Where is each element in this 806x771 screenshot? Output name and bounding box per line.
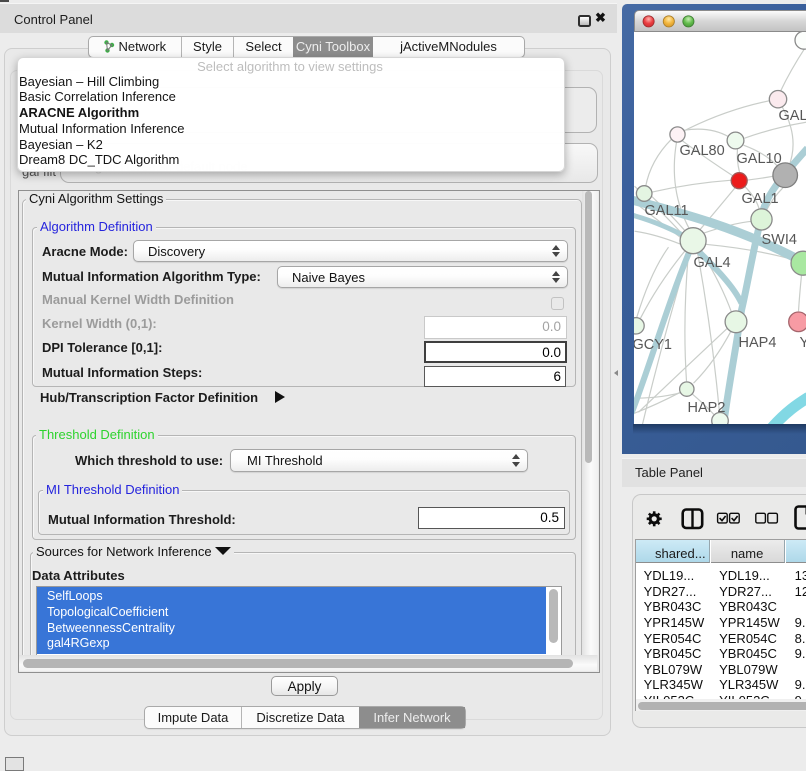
svg-text:GAL80: GAL80: [679, 143, 724, 159]
svg-text:HAP4: HAP4: [738, 335, 776, 351]
svg-text:GCY1: GCY1: [634, 337, 672, 353]
svg-text:Y: Y: [799, 335, 806, 351]
svg-text:GAL4: GAL4: [693, 255, 730, 271]
svg-text:GAL11: GAL11: [644, 203, 688, 219]
svg-text:SWI4: SWI4: [761, 232, 796, 248]
svg-text:HAP2: HAP2: [687, 400, 725, 416]
svg-text:GAL1: GAL1: [741, 191, 778, 207]
svg-text:GAL10: GAL10: [736, 151, 781, 167]
svg-text:GAL: GAL: [778, 108, 806, 124]
